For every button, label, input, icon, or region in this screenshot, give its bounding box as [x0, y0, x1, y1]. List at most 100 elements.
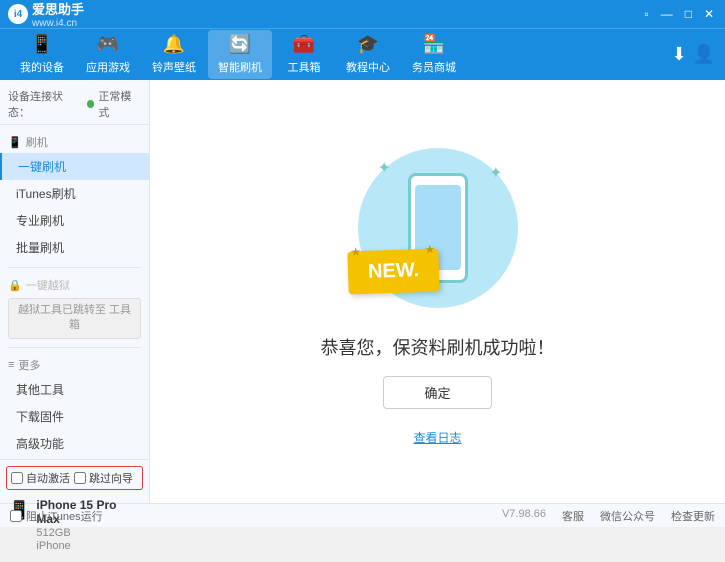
close-button[interactable]: ✕: [701, 7, 717, 21]
nav-toolbox-label: 工具箱: [288, 59, 321, 75]
jailbreak-section-label: 一键越狱: [26, 277, 70, 293]
service-icon: 🏪: [423, 34, 445, 55]
other-tools-label: 其他工具: [16, 383, 64, 397]
download-button[interactable]: ⬇: [671, 44, 686, 65]
minimize-button[interactable]: —: [658, 7, 676, 21]
nav-my-device-label: 我的设备: [20, 59, 64, 75]
device-storage: 512GB: [36, 527, 141, 539]
sparkle-top-left: ✦: [378, 158, 391, 178]
flash-section-label: 刷机: [26, 134, 48, 150]
nav-bar: 📱 我的设备 🎮 应用游戏 🔔 铃声壁纸 🔄 智能刷机 🧰 工具箱 🎓 教程中心…: [0, 28, 725, 80]
ringtone-icon: 🔔: [163, 34, 185, 55]
nav-toolbox[interactable]: 🧰 工具箱: [274, 30, 334, 79]
batch-flash-label: 批量刷机: [16, 241, 64, 255]
auto-activate-input[interactable]: [11, 472, 23, 484]
view-log-link[interactable]: 查看日志: [413, 429, 461, 446]
auto-activate-label: 自动激活: [26, 470, 70, 486]
logo-icon: i4: [8, 4, 28, 24]
footer-right: V7.98.66 客服 微信公众号 检查更新: [502, 508, 715, 524]
sidebar-item-download-firmware[interactable]: 下载固件: [0, 403, 149, 430]
circle-background: ✦ ✦ NEW.: [358, 148, 518, 308]
nav-right-actions: ⬇ 👤: [671, 44, 715, 65]
divider-1: [8, 267, 141, 268]
logo-area: i4 爱思助手 www.i4.cn: [8, 0, 84, 29]
device-item: 📱 iPhone 15 Pro Max 512GB iPhone: [6, 494, 143, 556]
guided-activate-input[interactable]: [74, 472, 86, 484]
more-section: ≡ 更多 其他工具 下载固件 高级功能: [0, 352, 149, 459]
nav-my-device[interactable]: 📱 我的设备: [10, 30, 74, 79]
smart-flash-icon: 🔄: [229, 34, 251, 55]
itunes-label: 阻止iTunes运行: [26, 508, 103, 524]
advanced-label: 高级功能: [16, 437, 64, 451]
customer-service-link[interactable]: 客服: [562, 508, 584, 524]
auto-activate-row: 自动激活 跳过向导: [6, 466, 143, 490]
sparkle-top-right: ✦: [489, 163, 502, 183]
jailbreak-notice-text: 越狱工具已跳转至 工具箱: [18, 304, 131, 331]
sidebar-item-advanced[interactable]: 高级功能: [0, 430, 149, 457]
maximize-button[interactable]: □: [682, 7, 695, 21]
new-ribbon: NEW.: [347, 248, 440, 294]
main-area: 设备连接状态： 正常模式 📱 刷机 一键刷机 iTunes刷机 专业刷机 批量刷…: [0, 80, 725, 503]
wifi-icon: ▫: [641, 7, 651, 21]
nav-apps-label: 应用游戏: [86, 59, 130, 75]
download-firmware-label: 下载固件: [16, 410, 64, 424]
status-bar: 设备连接状态： 正常模式: [0, 84, 149, 125]
nav-smart-flash[interactable]: 🔄 智能刷机: [208, 30, 272, 79]
jailbreak-section: 🔒 一键越狱 越狱工具已跳转至 工具箱: [0, 272, 149, 343]
content-area: ✦ ✦ NEW. 恭喜您，保资料刷机成功啦！ 确定 查看日志: [150, 80, 725, 503]
sidebar-item-batch-flash[interactable]: 批量刷机: [0, 234, 149, 261]
sidebar-item-pro-flash[interactable]: 专业刷机: [0, 207, 149, 234]
nav-service[interactable]: 🏪 务员商城: [402, 30, 466, 79]
check-update-link[interactable]: 检查更新: [671, 508, 715, 524]
guided-activate-checkbox[interactable]: 跳过向导: [74, 470, 133, 486]
app-name: 爱思助手: [32, 0, 84, 18]
status-dot: [87, 100, 95, 108]
itunes-checkbox[interactable]: 阻止iTunes运行: [10, 508, 103, 524]
success-text: 恭喜您，保资料刷机成功啦！: [321, 334, 555, 360]
divider-2: [8, 347, 141, 348]
version-label: V7.98.66: [502, 508, 546, 524]
flash-section-header: 📱 刷机: [0, 131, 149, 153]
flash-section-icon: 📱: [8, 136, 22, 149]
sidebar: 设备连接状态： 正常模式 📱 刷机 一键刷机 iTunes刷机 专业刷机 批量刷…: [0, 80, 150, 503]
guided-activate-label: 跳过向导: [89, 470, 133, 486]
nav-tutorial[interactable]: 🎓 教程中心: [336, 30, 400, 79]
itunes-checkbox-input[interactable]: [10, 510, 22, 522]
success-illustration: ✦ ✦ NEW. 恭喜您，保资料刷机成功啦！ 确定 查看日志: [321, 138, 555, 446]
device-info: iPhone 15 Pro Max 512GB iPhone: [36, 498, 141, 552]
nav-ringtone-label: 铃声壁纸: [152, 59, 196, 75]
flash-section: 📱 刷机 一键刷机 iTunes刷机 专业刷机 批量刷机: [0, 129, 149, 263]
confirm-button[interactable]: 确定: [383, 376, 491, 409]
sidebar-item-other-tools[interactable]: 其他工具: [0, 376, 149, 403]
nav-service-label: 务员商城: [412, 59, 456, 75]
sidebar-item-one-key-flash[interactable]: 一键刷机: [0, 153, 149, 180]
account-button[interactable]: 👤: [693, 44, 715, 65]
status-label: 设备连接状态：: [8, 88, 83, 120]
more-section-label: 更多: [18, 357, 40, 373]
itunes-flash-label: iTunes刷机: [16, 187, 76, 201]
toolbox-icon: 🧰: [293, 34, 315, 55]
tutorial-icon: 🎓: [357, 34, 379, 55]
nav-apps[interactable]: 🎮 应用游戏: [76, 30, 140, 79]
pro-flash-label: 专业刷机: [16, 214, 64, 228]
auto-activate-checkbox[interactable]: 自动激活: [11, 470, 70, 486]
logo-text-group: 爱思助手 www.i4.cn: [32, 0, 84, 29]
more-section-header: ≡ 更多: [0, 354, 149, 376]
more-section-icon: ≡: [8, 359, 14, 371]
window-controls: ▫ — □ ✕: [641, 7, 717, 21]
status-mode: 正常模式: [98, 88, 141, 120]
wechat-link[interactable]: 微信公众号: [600, 508, 655, 524]
nav-tutorial-label: 教程中心: [346, 59, 390, 75]
my-device-icon: 📱: [31, 34, 53, 55]
sidebar-item-itunes-flash[interactable]: iTunes刷机: [0, 180, 149, 207]
device-type: iPhone: [36, 540, 141, 552]
app-url: www.i4.cn: [32, 18, 84, 29]
phone-graphic: ✦ ✦ NEW.: [348, 138, 528, 318]
nav-ringtone[interactable]: 🔔 铃声壁纸: [142, 30, 206, 79]
top-bar: i4 爱思助手 www.i4.cn ▫ — □ ✕: [0, 0, 725, 28]
jailbreak-section-header: 🔒 一键越狱: [0, 274, 149, 296]
apps-icon: 🎮: [97, 34, 119, 55]
lock-icon: 🔒: [8, 279, 22, 292]
jailbreak-notice: 越狱工具已跳转至 工具箱: [8, 298, 141, 339]
nav-smart-flash-label: 智能刷机: [218, 59, 262, 75]
